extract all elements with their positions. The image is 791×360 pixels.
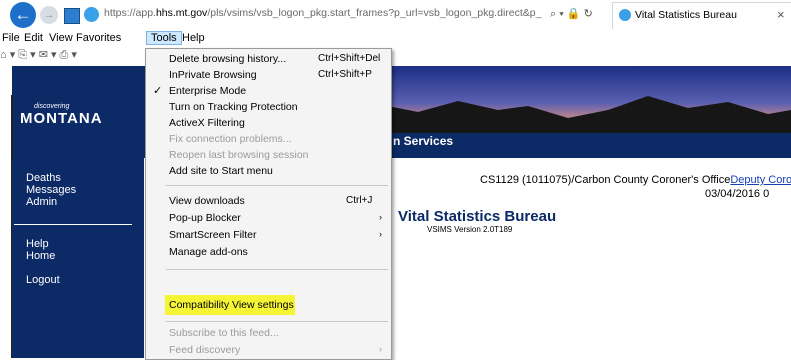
- menu-item-subscribe-feed: Subscribe to this feed...: [169, 327, 279, 339]
- menu-view[interactable]: View: [49, 32, 73, 44]
- page-icon[interactable]: [64, 8, 80, 24]
- back-button[interactable]: ←: [10, 2, 36, 28]
- url-domain: hhs.mt.gov: [155, 7, 208, 19]
- menu-separator: [166, 269, 388, 270]
- date-text: 03/04/2016 0: [705, 188, 770, 200]
- user-role-link[interactable]: Deputy Corone: [730, 174, 791, 186]
- forward-button[interactable]: →: [40, 6, 58, 24]
- menu-favorites[interactable]: Favorites: [76, 32, 121, 44]
- logo-tagline: discovering: [34, 103, 70, 110]
- sidebar-divider: [14, 224, 132, 225]
- page-title: Vital Statistics Bureau: [398, 208, 557, 225]
- sidebar-link-home[interactable]: Home: [26, 250, 55, 262]
- sidebar-link-messages[interactable]: Messages: [26, 184, 76, 196]
- sidebar-link-admin[interactable]: Admin: [26, 196, 57, 208]
- address-bar[interactable]: https://app.hhs.mt.gov/pls/vsims/vsb_log…: [104, 7, 542, 23]
- menu-item-enterprise-mode[interactable]: ✓ Enterprise Mode: [146, 83, 391, 100]
- url-path: /pls/vsims/vsb_logon_pkg.start_frames?p_…: [207, 7, 542, 19]
- menu-item-fix-connection: Fix connection problems...: [169, 133, 292, 145]
- menu-item-feed-discovery: Feed discovery ›: [169, 344, 382, 356]
- menu-item-smartscreen[interactable]: SmartScreen Filter ›: [146, 227, 391, 244]
- montana-logo[interactable]: discovering MONTANA: [20, 103, 103, 127]
- menu-file[interactable]: File: [2, 32, 20, 44]
- banner-services-text: n Services: [393, 134, 454, 148]
- logo-text: MONTANA: [20, 110, 103, 127]
- menu-edit[interactable]: Edit: [24, 32, 43, 44]
- menu-item-compatibility-view[interactable]: Compatibility View settings: [146, 297, 391, 314]
- menu-tools[interactable]: Tools: [146, 31, 182, 45]
- tab-title: Vital Statistics Bureau: [635, 9, 737, 21]
- menu-separator: [166, 321, 388, 322]
- menu-item-tracking-protection[interactable]: Turn on Tracking Protection: [146, 99, 391, 116]
- menu-separator: [166, 185, 388, 186]
- submenu-arrow-icon: ›: [379, 212, 382, 222]
- menu-item-view-downloads[interactable]: View downloads Ctrl+J: [146, 193, 391, 210]
- menu-item-delete-history[interactable]: Delete browsing history... Ctrl+Shift+De…: [146, 51, 391, 68]
- checkmark-icon: ✓: [153, 85, 163, 97]
- menu-item-reopen-session: Reopen last browsing session: [169, 149, 309, 161]
- menu-help[interactable]: Help: [182, 32, 205, 44]
- tools-dropdown-menu: Delete browsing history... Ctrl+Shift+De…: [145, 48, 392, 360]
- sidebar: Deaths Messages Admin Help Home Logout: [12, 158, 144, 358]
- tab-favicon-icon: [619, 9, 631, 21]
- tab-close-icon[interactable]: ×: [777, 7, 785, 22]
- sidebar-link-deaths[interactable]: Deaths: [26, 172, 61, 184]
- arrow-right-icon: →: [43, 9, 55, 21]
- url-prefix: https://app.: [104, 7, 156, 19]
- menu-item-add-site[interactable]: Add site to Start menu: [146, 163, 391, 180]
- site-favicon-icon: [84, 7, 99, 22]
- submenu-arrow-icon: ›: [379, 229, 382, 239]
- submenu-arrow-icon: ›: [379, 344, 382, 354]
- address-bar-tools[interactable]: ⌕ ▾ 🔒 ↻: [550, 7, 593, 21]
- menu-item-popup-blocker[interactable]: Pop-up Blocker ›: [146, 210, 391, 227]
- version-text: VSIMS Version 2.0T189: [427, 225, 513, 234]
- menu-item-manage-addons[interactable]: Manage add-ons: [146, 244, 391, 261]
- sidebar-link-help[interactable]: Help: [26, 238, 49, 250]
- browser-tab[interactable]: Vital Statistics Bureau ×: [612, 2, 791, 29]
- arrow-left-icon: ←: [14, 5, 32, 24]
- user-info: CS1129 (1011075)/Carbon County Coroner's…: [480, 174, 791, 186]
- menu-item-activex[interactable]: ActiveX Filtering: [146, 115, 391, 132]
- menu-item-inprivate[interactable]: InPrivate Browsing Ctrl+Shift+P: [146, 67, 391, 84]
- command-bar[interactable]: ⌂ ▾ ⎘ ▾ ✉ ▾ ⎙ ▾: [0, 48, 150, 66]
- user-office-text: CS1129 (1011075)/Carbon County Coroner's…: [480, 174, 731, 186]
- menu-bar: File Edit View Favorites Tools Help: [0, 30, 791, 48]
- sidebar-link-logout[interactable]: Logout: [26, 274, 60, 286]
